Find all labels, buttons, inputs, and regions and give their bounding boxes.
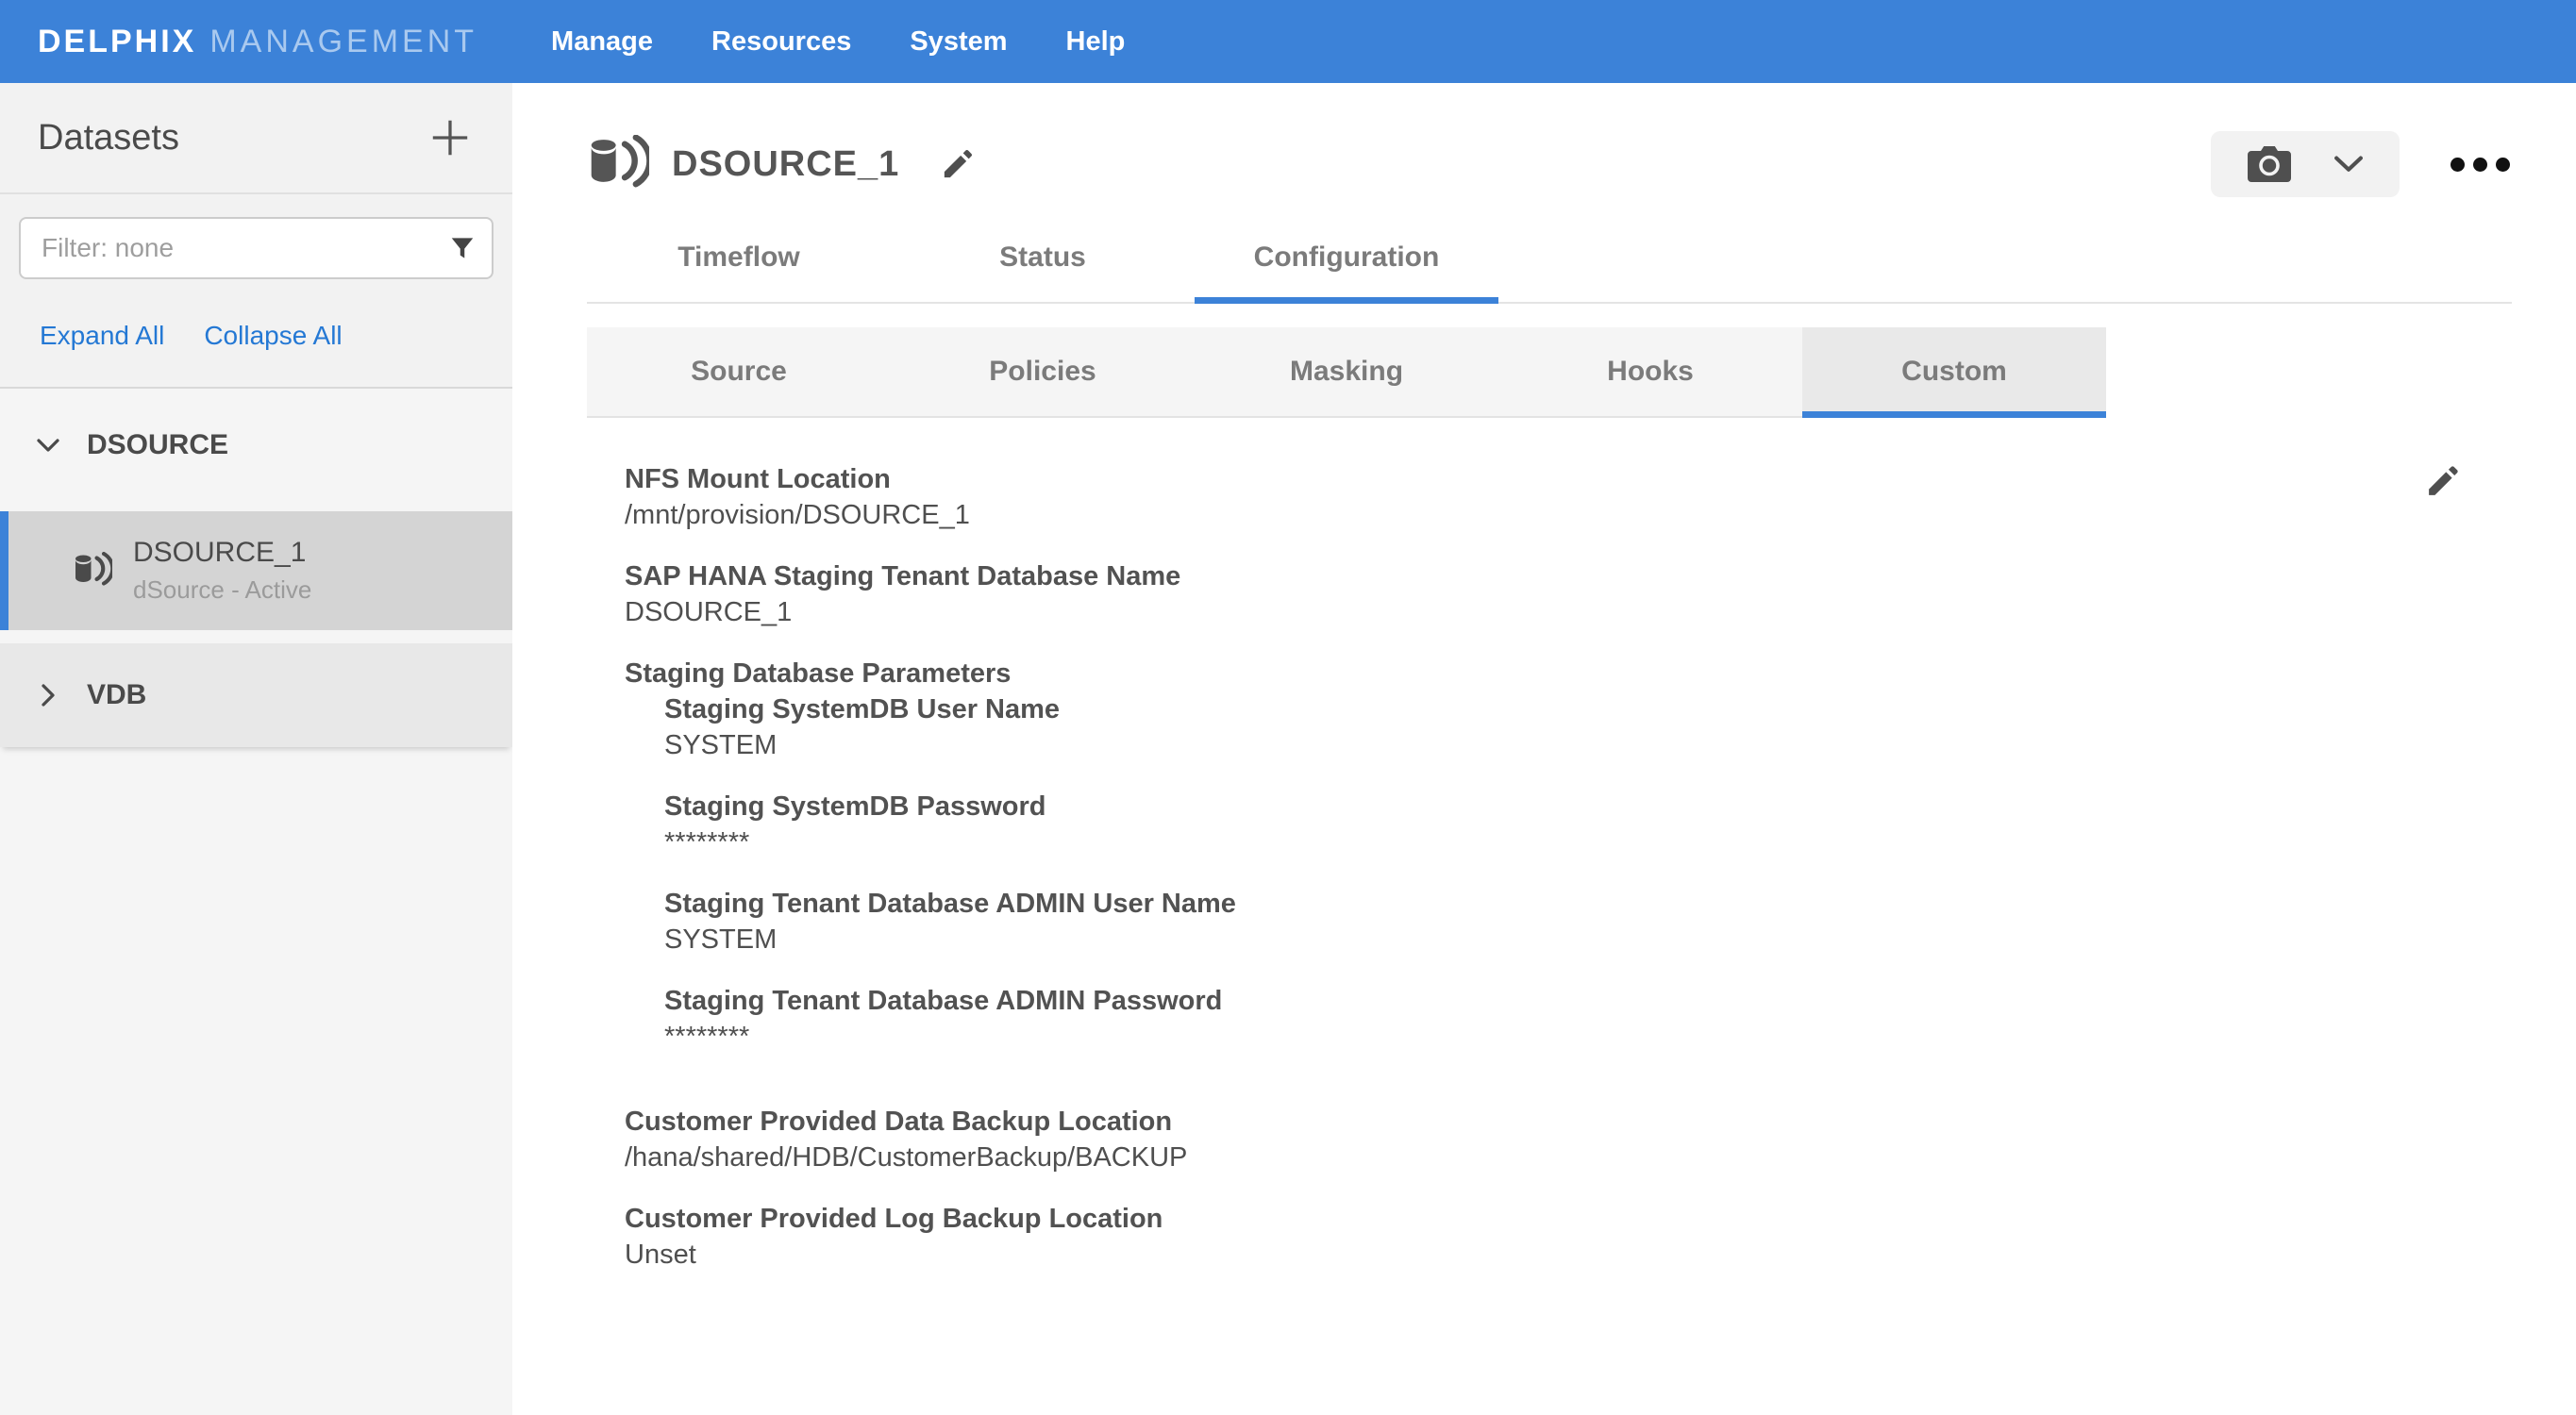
nav-item-resources[interactable]: Resources xyxy=(711,26,851,58)
tree-link-row: Expand All Collapse All xyxy=(0,279,512,387)
subtab-policies[interactable]: Policies xyxy=(891,327,1195,416)
tree-group-vdb[interactable]: VDB xyxy=(0,643,512,747)
field-staging-tenant-admin-user: Staging Tenant Database ADMIN User Name … xyxy=(664,886,2512,957)
tree-group-label: VDB xyxy=(87,679,146,711)
tree-item-name: DSOURCE_1 xyxy=(133,537,311,569)
configuration-subtabs: Source Policies Masking Hooks Custom xyxy=(587,327,2106,418)
field-value: /hana/shared/HDB/CustomerBackup/BACKUP xyxy=(625,1140,2512,1175)
field-label: Staging Tenant Database ADMIN User Name xyxy=(664,886,2512,922)
nav-item-manage[interactable]: Manage xyxy=(551,26,653,58)
pencil-icon xyxy=(939,145,977,183)
funnel-icon xyxy=(448,234,477,262)
filter-menu-button[interactable] xyxy=(448,234,477,262)
top-navigation-bar: DELPHIX MANAGEMENT Manage Resources Syst… xyxy=(0,0,2576,83)
field-value: ******** xyxy=(664,1019,2512,1055)
subtab-custom[interactable]: Custom xyxy=(1802,327,2106,416)
plus-icon xyxy=(428,116,472,159)
ellipsis-icon xyxy=(2473,158,2487,172)
main-panel: DSOURCE_1 xyxy=(512,83,2576,1415)
sidebar-title: Datasets xyxy=(38,118,179,158)
field-label: Staging Database Parameters xyxy=(625,656,2512,691)
pencil-icon xyxy=(2423,461,2463,501)
tab-status[interactable]: Status xyxy=(891,213,1195,302)
title-row: DSOURCE_1 xyxy=(587,130,2512,198)
field-log-backup-location: Customer Provided Log Backup Location Un… xyxy=(625,1201,2512,1273)
dsource-icon xyxy=(73,552,112,590)
custom-configuration-panel: NFS Mount Location /mnt/provision/DSOURC… xyxy=(587,461,2512,1273)
field-label: Staging Tenant Database ADMIN Password xyxy=(664,983,2512,1019)
collapse-all-link[interactable]: Collapse All xyxy=(204,321,342,351)
expand-all-link[interactable]: Expand All xyxy=(40,321,164,351)
field-group-staging-db-parameters: Staging Database Parameters xyxy=(625,656,2512,691)
nav-item-system[interactable]: System xyxy=(910,26,1007,58)
field-label: SAP HANA Staging Tenant Database Name xyxy=(625,558,2512,594)
field-nfs-mount-location: NFS Mount Location /mnt/provision/DSOURC… xyxy=(625,461,2512,533)
brand-secondary: MANAGEMENT xyxy=(209,24,477,60)
tree-group-label: DSOURCE xyxy=(87,429,228,461)
add-dataset-button[interactable] xyxy=(427,115,473,160)
field-staging-systemdb-password: Staging SystemDB Password ******** xyxy=(664,789,2512,860)
field-value: ******** xyxy=(664,824,2512,860)
subtab-masking[interactable]: Masking xyxy=(1195,327,1498,416)
filter-container xyxy=(19,217,493,279)
more-actions-button[interactable] xyxy=(2449,148,2512,181)
field-label: NFS Mount Location xyxy=(625,461,2512,497)
field-label: Customer Provided Data Backup Location xyxy=(625,1104,2512,1140)
ellipsis-icon xyxy=(2496,158,2510,172)
field-staging-systemdb-user: Staging SystemDB User Name SYSTEM xyxy=(664,691,2512,763)
field-staging-tenant-admin-password: Staging Tenant Database ADMIN Password *… xyxy=(664,983,2512,1055)
subtab-hooks[interactable]: Hooks xyxy=(1498,327,1802,416)
field-label: Customer Provided Log Backup Location xyxy=(625,1201,2512,1237)
sidebar-header: Datasets xyxy=(0,83,512,194)
chevron-right-icon xyxy=(34,681,62,709)
dsource-icon xyxy=(587,135,649,193)
tree-group-dsource[interactable]: DSOURCE xyxy=(0,389,512,502)
tab-configuration[interactable]: Configuration xyxy=(1195,213,1498,302)
field-label: Staging SystemDB Password xyxy=(664,789,2512,824)
subtab-source[interactable]: Source xyxy=(587,327,891,416)
filter-input[interactable] xyxy=(19,217,493,279)
rename-button[interactable] xyxy=(939,145,977,183)
tree-item-status: dSource - Active xyxy=(133,575,311,605)
top-nav-menu: Manage Resources System Help xyxy=(551,26,1125,58)
field-value: /mnt/provision/DSOURCE_1 xyxy=(625,497,2512,533)
field-value: Unset xyxy=(625,1237,2512,1273)
field-value: DSOURCE_1 xyxy=(625,594,2512,630)
field-value: SYSTEM xyxy=(664,922,2512,957)
tab-timeflow[interactable]: Timeflow xyxy=(587,213,891,302)
field-staging-tenant-db-name: SAP HANA Staging Tenant Database Name DS… xyxy=(625,558,2512,630)
primary-tabs: Timeflow Status Configuration xyxy=(587,213,2512,304)
chevron-down-icon xyxy=(34,431,62,459)
edit-custom-config-button[interactable] xyxy=(2423,461,2463,501)
nav-item-help[interactable]: Help xyxy=(1066,26,1126,58)
tree-item-dsource-1[interactable]: DSOURCE_1 dSource - Active xyxy=(0,511,512,630)
brand-primary: DELPHIX xyxy=(38,24,196,60)
field-label: Staging SystemDB User Name xyxy=(664,691,2512,727)
page-title: DSOURCE_1 xyxy=(672,144,899,185)
datasets-sidebar: Datasets Expand All Collapse All DSOURCE xyxy=(0,83,512,1415)
field-value: SYSTEM xyxy=(664,727,2512,763)
field-data-backup-location: Customer Provided Data Backup Location /… xyxy=(625,1104,2512,1175)
app-logo: DELPHIX MANAGEMENT xyxy=(38,24,477,60)
camera-icon xyxy=(2247,145,2292,183)
chevron-down-icon xyxy=(2333,156,2364,173)
tree-item-text: DSOURCE_1 dSource - Active xyxy=(133,537,311,605)
snapshot-button[interactable] xyxy=(2211,131,2400,197)
ellipsis-icon xyxy=(2451,158,2465,172)
datasets-tree: DSOURCE DSOURCE_1 dSource - Active VDB xyxy=(0,387,512,1415)
